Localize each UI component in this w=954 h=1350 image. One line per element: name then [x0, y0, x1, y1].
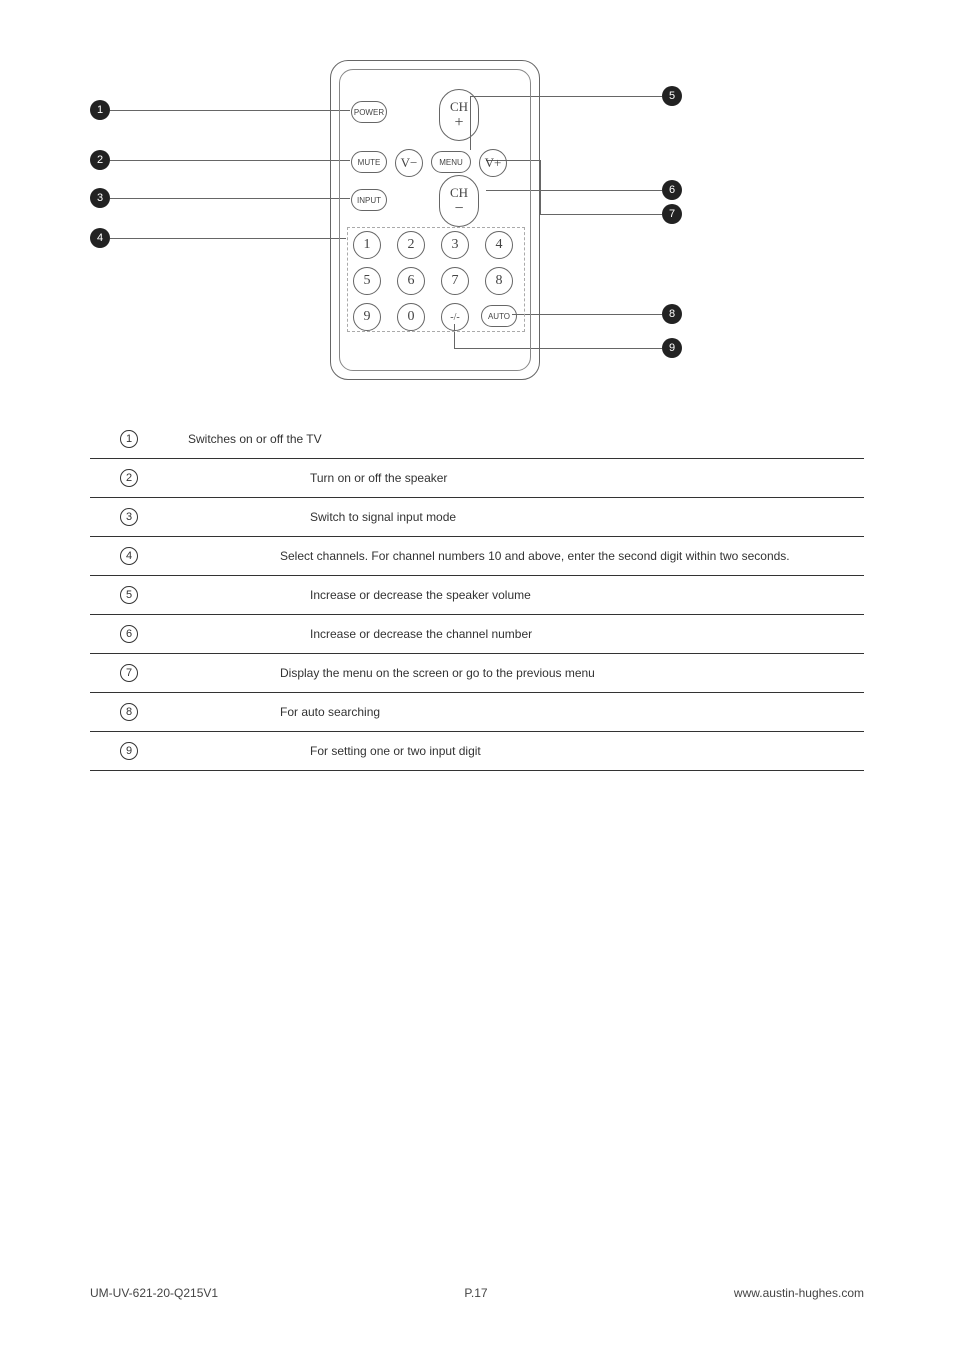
row-num-8: 8 — [120, 703, 138, 721]
table-row: 3 Switch to signal input mode — [90, 498, 864, 537]
footer-center: P.17 — [464, 1286, 487, 1300]
callout-8: 8 — [662, 304, 682, 324]
callout-7: 7 — [662, 204, 682, 224]
leader-7v — [540, 160, 541, 215]
leader-4 — [110, 238, 346, 239]
row-text-1: Switches on or off the TV — [180, 420, 864, 459]
row-text-2: Turn on or off the speaker — [180, 459, 864, 498]
row-num-5: 5 — [120, 586, 138, 604]
digit-3: 3 — [441, 231, 469, 259]
digit-9: 9 — [353, 303, 381, 331]
row-num-4: 4 — [120, 547, 138, 565]
remote-outline: POWER MUTE INPUT CH+ CH− V− MENU V+ 1 2 … — [330, 60, 540, 380]
row-text-9: For setting one or two input digit — [180, 732, 864, 771]
row-num-3: 3 — [120, 508, 138, 526]
ch-up-button: CH+ — [439, 89, 479, 141]
leader-2 — [110, 160, 350, 161]
auto-button: AUTO — [481, 305, 517, 327]
row-num-2: 2 — [120, 469, 138, 487]
row-num-7: 7 — [120, 664, 138, 682]
power-button: POWER — [351, 101, 387, 123]
row-num-6: 6 — [120, 625, 138, 643]
input-button: INPUT — [351, 189, 387, 211]
ch-label: CH — [450, 99, 468, 115]
row-text-7: Display the menu on the screen or go to … — [180, 654, 864, 693]
row-num-1: 1 — [120, 430, 138, 448]
row-text-6: Increase or decrease the channel number — [180, 615, 864, 654]
row-text-5: Increase or decrease the speaker volume — [180, 576, 864, 615]
callout-4: 4 — [90, 228, 110, 248]
digit-4: 4 — [485, 231, 513, 259]
digit-7: 7 — [441, 267, 469, 295]
callout-2: 2 — [90, 150, 110, 170]
leader-3 — [110, 198, 350, 199]
vol-down-button: V− — [395, 149, 423, 177]
callout-5: 5 — [662, 86, 682, 106]
mute-button: MUTE — [351, 151, 387, 173]
callout-6: 6 — [662, 180, 682, 200]
page-footer: UM-UV-621-20-Q215V1 P.17 www.austin-hugh… — [90, 1286, 864, 1300]
callout-1: 1 — [90, 100, 110, 120]
plus-icon: + — [454, 115, 463, 131]
leader-7 — [540, 214, 662, 215]
table-row: 6 Increase or decrease the channel numbe… — [90, 615, 864, 654]
table-row: 2 Turn on or off the speaker — [90, 459, 864, 498]
row-text-8: For auto searching — [180, 693, 864, 732]
digit-6: 6 — [397, 267, 425, 295]
minus-icon: − — [454, 201, 463, 217]
digit-1: 1 — [353, 231, 381, 259]
leader-1 — [110, 110, 350, 111]
digit-8: 8 — [485, 267, 513, 295]
remote-diagram: 1 2 3 4 5 6 7 8 9 POWER MUTE INP — [90, 60, 864, 390]
table-row: 1 Switches on or off the TV — [90, 420, 864, 459]
row-text-4: Select channels. For channel numbers 10 … — [180, 537, 864, 576]
table-row: 4 Select channels. For channel numbers 1… — [90, 537, 864, 576]
row-text-3: Switch to signal input mode — [180, 498, 864, 537]
callout-9: 9 — [662, 338, 682, 358]
table-row: 7 Display the menu on the screen or go t… — [90, 654, 864, 693]
vol-up-button: V+ — [479, 149, 507, 177]
footer-left: UM-UV-621-20-Q215V1 — [90, 1286, 218, 1300]
dash-button: -/- — [441, 303, 469, 331]
digit-0: 0 — [397, 303, 425, 331]
menu-button: MENU — [431, 151, 471, 173]
digit-2: 2 — [397, 231, 425, 259]
description-table: 1 Switches on or off the TV 2 Turn on or… — [90, 420, 864, 771]
ch-down-button: CH− — [439, 175, 479, 227]
footer-right: www.austin-hughes.com — [734, 1286, 864, 1300]
table-row: 9 For setting one or two input digit — [90, 732, 864, 771]
table-row: 5 Increase or decrease the speaker volum… — [90, 576, 864, 615]
table-row: 8 For auto searching — [90, 693, 864, 732]
callout-3: 3 — [90, 188, 110, 208]
digit-5: 5 — [353, 267, 381, 295]
row-num-9: 9 — [120, 742, 138, 760]
ch-label2: CH — [450, 185, 468, 201]
